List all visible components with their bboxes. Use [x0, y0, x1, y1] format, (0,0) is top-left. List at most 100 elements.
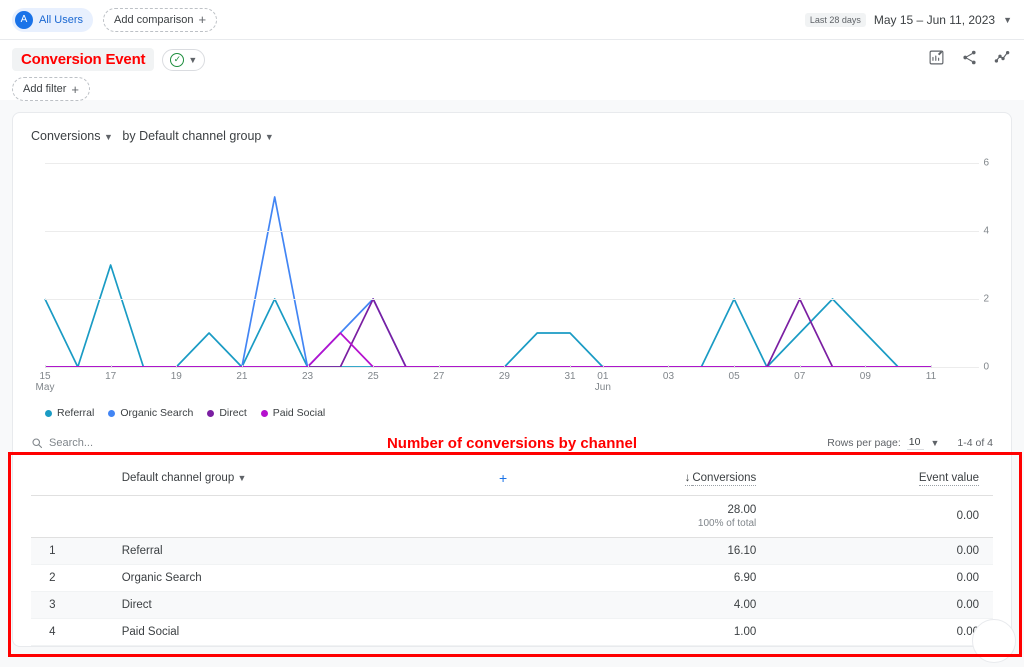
chart-x-tick	[931, 365, 932, 368]
chevron-down-icon[interactable]: ▼	[1003, 15, 1012, 25]
chart-x-tick-label: 23	[302, 371, 313, 382]
legend-label: Direct	[219, 407, 246, 419]
search-icon	[31, 437, 43, 449]
chart-y-tick-label: 2	[949, 294, 989, 305]
table-row[interactable]: 4Paid Social1.000.00	[31, 618, 993, 645]
sort-descending-icon: ↓	[685, 472, 691, 486]
table-row[interactable]: 1Referral16.100.00	[31, 537, 993, 564]
chevron-down-icon: ▼	[265, 132, 274, 142]
legend-item-organic-search[interactable]: Organic Search	[108, 407, 193, 419]
chart-x-tick	[668, 365, 669, 368]
chart-x-tick	[242, 365, 243, 368]
chart-x-tick-label: 31	[564, 371, 575, 382]
chart-x-tick-label: 01Jun	[595, 371, 611, 393]
table-header-dimension-label: Default channel group	[122, 472, 235, 484]
row-dimension-cell: Paid Social	[74, 618, 521, 645]
add-filter-label: Add filter	[23, 83, 66, 95]
row-event-value-cell: 0.00	[770, 591, 993, 618]
table-header-event-value-label: Event value	[919, 472, 979, 486]
segment-avatar: A	[15, 11, 33, 29]
row-event-value-cell: 0.00	[770, 564, 993, 591]
chart-x-tick-label: 15May	[36, 371, 55, 393]
conversion-event-chip[interactable]: Conversion Event	[12, 48, 154, 71]
table-header-event-value[interactable]: Event value	[770, 461, 993, 495]
legend-color-dot	[261, 410, 268, 417]
row-index-cell: 4	[31, 618, 74, 645]
add-comparison-button[interactable]: Add comparison +	[103, 8, 217, 32]
row-dimension-cell: Direct	[74, 591, 521, 618]
chart-x-tick	[111, 365, 112, 368]
totals-conversions-subtext: 100% of total	[521, 518, 756, 529]
table-header-conversions[interactable]: ↓Conversions	[521, 461, 770, 495]
table-row[interactable]: 2Organic Search6.900.00	[31, 564, 993, 591]
segment-label: All Users	[39, 14, 83, 26]
share-icon[interactable]	[961, 49, 978, 71]
legend-item-paid-social[interactable]: Paid Social	[261, 407, 326, 419]
chart-x-tick	[308, 365, 309, 368]
totals-dimension-cell	[74, 495, 521, 537]
chevron-down-icon: ▼	[188, 55, 197, 65]
chart-x-tick-label: 07	[794, 371, 805, 382]
row-index-cell: 3	[31, 591, 74, 618]
legend-color-dot	[108, 410, 115, 417]
help-fab-button[interactable]	[972, 619, 1016, 663]
insights-icon[interactable]	[928, 49, 945, 71]
conversion-status-pill[interactable]: ✓ ▼	[162, 49, 205, 71]
table-totals-row: 28.00 100% of total 0.00	[31, 495, 993, 537]
by-label: by	[122, 129, 135, 143]
chart-series-lines	[45, 163, 931, 367]
chart-line-organic-search	[45, 197, 931, 367]
chart-gridline	[45, 163, 979, 164]
row-event-value-cell: 0.00	[770, 618, 993, 645]
rows-per-page-label: Rows per page:	[827, 437, 901, 449]
dimension-selector[interactable]: Default channel group ▼	[139, 129, 274, 143]
chart-plot-area[interactable]: 0246	[45, 163, 931, 367]
chart-x-tick	[45, 365, 46, 368]
legend-color-dot	[45, 410, 52, 417]
chevron-down-icon[interactable]: ▼	[930, 438, 939, 448]
chart-x-tick	[800, 365, 801, 368]
chart-x-tick-label: 29	[499, 371, 510, 382]
metric-selector[interactable]: Conversions ▼	[31, 129, 113, 143]
explore-icon[interactable]	[994, 48, 1012, 71]
table-row[interactable]: 3Direct4.000.00	[31, 591, 993, 618]
search-placeholder: Search...	[49, 437, 93, 449]
chevron-down-icon: ▼	[104, 132, 113, 142]
row-conversions-cell: 16.10	[521, 537, 770, 564]
segment-chip-all-users[interactable]: A All Users	[12, 8, 93, 32]
top-bar: A All Users Add comparison + Last 28 day…	[0, 0, 1024, 40]
legend-label: Paid Social	[273, 407, 326, 419]
chart-y-tick-label: 0	[949, 362, 989, 373]
dimension-selector-label: Default channel group	[139, 129, 261, 143]
row-conversions-cell: 4.00	[521, 591, 770, 618]
legend-label: Organic Search	[120, 407, 193, 419]
report-card: Conversions ▼ by Default channel group ▼…	[12, 112, 1012, 647]
legend-item-direct[interactable]: Direct	[207, 407, 246, 419]
chevron-down-icon[interactable]: ▼	[237, 473, 246, 483]
table-header-conversions-label: Conversions	[692, 472, 756, 486]
table-header: Default channel group ▼ + ↓Conversions E…	[31, 461, 993, 495]
add-filter-button[interactable]: Add filter +	[12, 77, 90, 101]
add-dimension-icon[interactable]: +	[499, 470, 507, 486]
chart-legend: Referral Organic Search Direct Paid Social	[45, 407, 1011, 419]
chart-x-tick	[373, 365, 374, 368]
chart-line-paid-social	[45, 333, 931, 367]
date-range-value[interactable]: May 15 – Jun 11, 2023	[874, 13, 995, 27]
chart-x-axis: 15May171921232527293101Jun0305070911	[45, 365, 931, 391]
chart-x-tick	[439, 365, 440, 368]
search-input[interactable]: Search...	[31, 437, 93, 449]
table-header-dimension[interactable]: Default channel group ▼ +	[74, 461, 521, 495]
chart-x-tick-label: 03	[663, 371, 674, 382]
rows-per-page-control[interactable]: Rows per page: 10 ▼ 1-4 of 4	[827, 436, 993, 450]
chart-gridline	[45, 299, 979, 300]
legend-item-referral[interactable]: Referral	[45, 407, 94, 419]
conversions-line-chart: 0246 15May171921232527293101Jun030507091…	[31, 153, 993, 403]
legend-label: Referral	[57, 407, 94, 419]
chart-line-referral	[45, 265, 931, 367]
chart-x-tick	[603, 365, 604, 368]
rows-per-page-value[interactable]: 10	[907, 436, 925, 450]
date-range-controls: Last 28 days May 15 – Jun 11, 2023 ▼	[805, 13, 1012, 27]
chart-x-tick-label: 05	[729, 371, 740, 382]
row-dimension-cell: Referral	[74, 537, 521, 564]
chart-x-tick	[865, 365, 866, 368]
